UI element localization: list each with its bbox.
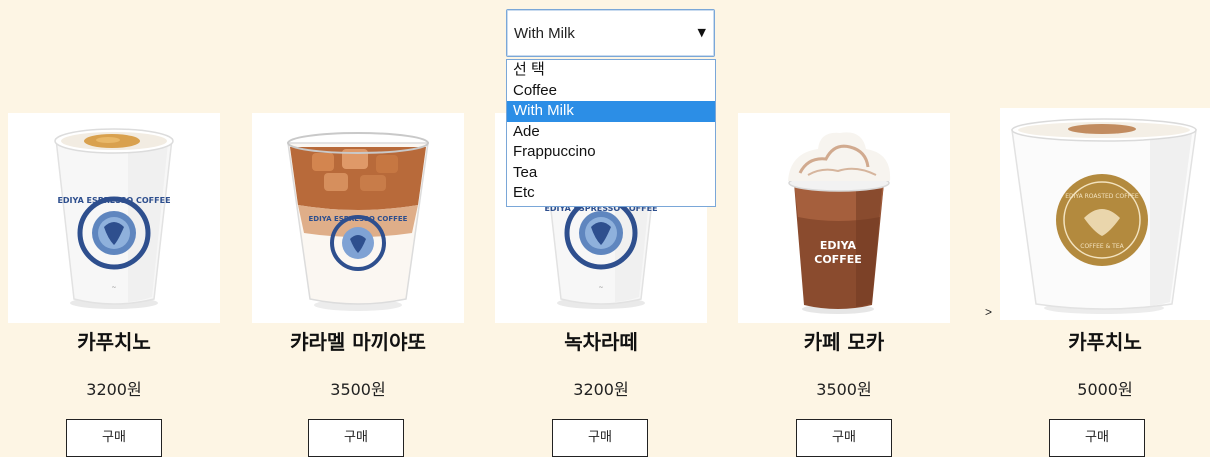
- category-option[interactable]: Etc: [507, 183, 715, 204]
- category-option[interactable]: Coffee: [507, 81, 715, 102]
- category-select[interactable]: With Milk ▼: [506, 9, 715, 57]
- product-price: 3500원: [330, 380, 386, 399]
- buy-button[interactable]: 구매: [66, 419, 162, 457]
- cup-brand-text: EDIYA ESPRESSO COFFEE: [309, 215, 408, 223]
- product-image: EDIYA ESPRESSO COFFEE ~: [8, 113, 220, 323]
- product-price: 3500원: [816, 380, 872, 399]
- svg-text:COFFEE: COFFEE: [814, 253, 861, 266]
- buy-button[interactable]: 구매: [796, 419, 892, 457]
- cup-brand-text: EDIYA ESPRESSO COFFEE: [57, 196, 170, 205]
- product-card: EDIYA COFFEE 카페 모카 3500원 구매: [738, 0, 950, 457]
- product-name: 녹차라떼: [564, 330, 638, 354]
- svg-text:COFFEE & TEA: COFFEE & TEA: [1080, 243, 1124, 250]
- category-option-selected[interactable]: With Milk: [507, 101, 715, 122]
- buy-button[interactable]: 구매: [552, 419, 648, 457]
- product-price: 3200원: [573, 380, 629, 399]
- category-select-value: With Milk: [514, 25, 575, 42]
- product-card: EDIYA ROASTED COFFEE COFFEE & TEA 카푸치노 5…: [1000, 0, 1210, 457]
- category-option[interactable]: 선 택: [507, 60, 715, 81]
- product-name: 캬라멜 마끼야또: [290, 330, 426, 354]
- svg-text:~: ~: [111, 284, 116, 291]
- cup-brand-text: EDIYA ROASTED COFFEE: [1065, 193, 1139, 200]
- next-arrow[interactable]: >: [985, 305, 992, 319]
- category-option[interactable]: Frappuccino: [507, 142, 715, 163]
- product-image: EDIYA ROASTED COFFEE COFFEE & TEA: [1000, 108, 1210, 320]
- product-card: EDIYA ESPRESSO COFFEE 캬라멜 마끼야또 3500원 구매: [252, 0, 464, 457]
- product-name: 카푸치노: [1068, 330, 1142, 354]
- product-name: 카푸치노: [77, 330, 151, 354]
- svg-text:~: ~: [598, 284, 603, 291]
- product-price: 5000원: [1077, 380, 1133, 399]
- category-option[interactable]: Tea: [507, 163, 715, 184]
- product-name: 카페 모카: [803, 330, 885, 354]
- buy-button[interactable]: 구매: [308, 419, 404, 457]
- category-option[interactable]: Ade: [507, 122, 715, 143]
- product-image: EDIYA ESPRESSO COFFEE: [252, 113, 464, 323]
- dropdown-arrow-icon: ▼: [697, 26, 706, 39]
- product-card: EDIYA ESPRESSO COFFEE ~ 카푸치노 3200원 구매: [8, 0, 220, 457]
- buy-button[interactable]: 구매: [1049, 419, 1145, 457]
- category-options-list: 선 택 Coffee With Milk Ade Frappuccino Tea…: [506, 59, 716, 207]
- svg-text:EDIYA: EDIYA: [820, 239, 857, 252]
- product-price: 3200원: [86, 380, 142, 399]
- product-image: EDIYA COFFEE: [738, 113, 950, 323]
